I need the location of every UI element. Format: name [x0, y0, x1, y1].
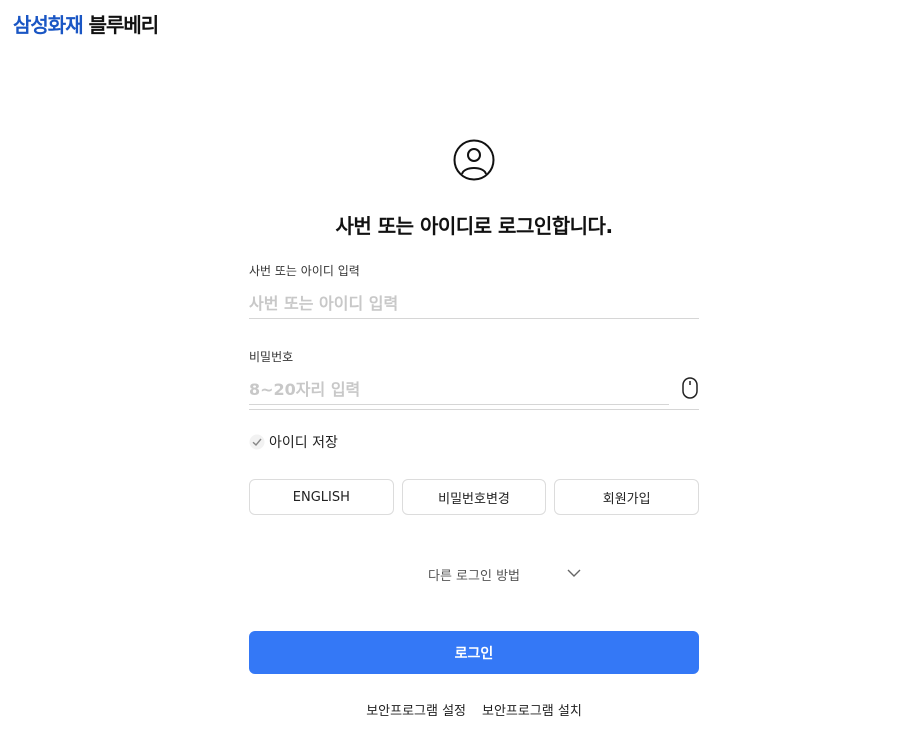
password-input[interactable] [249, 374, 669, 405]
signup-button[interactable]: 회원가입 [554, 479, 700, 515]
english-button[interactable]: ENGLISH [249, 479, 394, 515]
other-login-label: 다른 로그인 방법 [428, 569, 520, 584]
security-settings-link[interactable]: 보안프로그램 설정 [366, 700, 466, 719]
logo-brand: 삼성화재 [13, 13, 84, 37]
id-input[interactable] [249, 288, 699, 319]
other-login-toggle[interactable]: 다른 로그인 방법 [249, 565, 699, 584]
logo-product: 블루베리 [88, 13, 160, 37]
password-underline [249, 409, 699, 410]
save-id-checkbox[interactable]: 아이디 저장 [249, 432, 338, 452]
footer-links: 보안프로그램 설정 보안프로그램 설치 [249, 700, 699, 719]
id-field-label: 사번 또는 아이디 입력 [249, 264, 360, 278]
user-circle-icon [453, 139, 495, 181]
page-title: 사번 또는 아이디로 로그인합니다. [335, 214, 613, 238]
check-icon [249, 434, 265, 450]
secondary-actions: ENGLISH 비밀번호변경 회원가입 [249, 479, 700, 515]
save-id-label: 아이디 저장 [269, 435, 338, 451]
change-password-button[interactable]: 비밀번호변경 [401, 479, 547, 515]
mouse-icon[interactable] [681, 377, 699, 399]
logo[interactable]: 삼성화재 블루베리 [13, 9, 160, 38]
password-field-label: 비밀번호 [249, 350, 294, 364]
security-install-link[interactable]: 보안프로그램 설치 [482, 700, 582, 719]
login-button[interactable]: 로그인 [249, 631, 699, 674]
chevron-down-icon [567, 569, 581, 577]
